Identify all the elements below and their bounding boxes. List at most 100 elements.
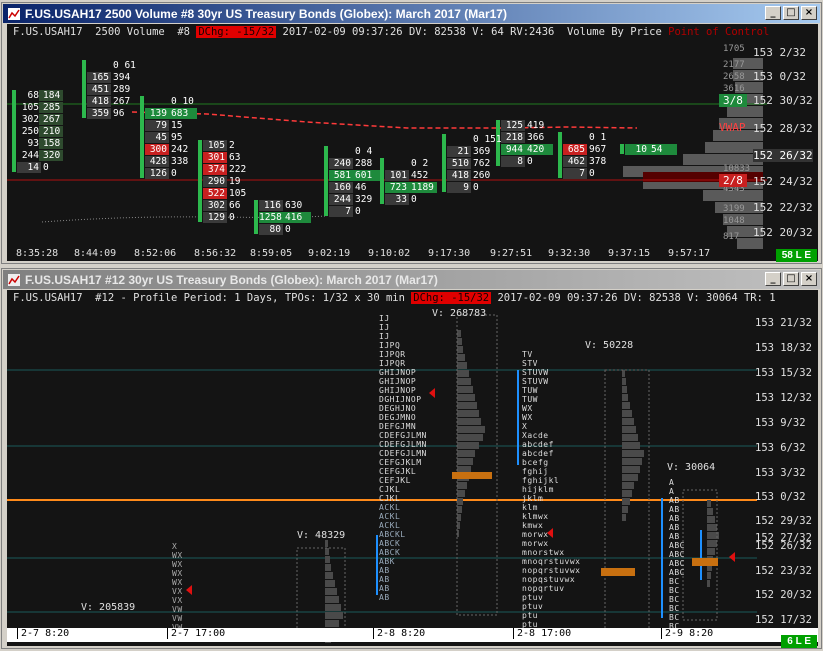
minimize-button[interactable]: _ (765, 6, 781, 20)
price-axis-label: 152 26/32 (755, 540, 812, 552)
footprint-ask-cell: 0 151 (473, 134, 502, 145)
time-axis-label: 8:35:28 (16, 248, 59, 259)
time-axis-label: 9:17:30 (428, 248, 471, 259)
footprint-ask-cell: 0 4 (355, 146, 373, 157)
footprint-ask-cell: 394 (113, 72, 131, 83)
footprint-ask-cell: 329 (355, 194, 373, 205)
date-axis-label: 2-7 17:00 (167, 628, 225, 639)
footprint-ask-cell: 0 (527, 156, 533, 167)
footprint-bid-cell: 101 (389, 170, 407, 181)
footprint-ask-cell: 54 (651, 144, 663, 155)
tpo-profile-day3: A A AB AB AB AB AB ABC ABC ABC ABC BC BC… (669, 478, 685, 631)
time-axis-label: 9:32:30 (548, 248, 591, 259)
footprint-bid-cell: 428 (149, 156, 167, 167)
window-titlebar[interactable]: F.US.USAH17 2500 Volume #8 30yr US Treas… (3, 4, 820, 23)
footprint-chart-window[interactable]: F.US.USAH17 2500 Volume #8 30yr US Treas… (1, 2, 822, 264)
price-axis-label: 153 2/32 (753, 46, 806, 59)
price-axis-label: 153 21/32 (755, 317, 812, 329)
time-axis-label: 8:56:32 (194, 248, 237, 259)
footprint-ask-cell: 0 2 (411, 158, 429, 169)
tpo-profile-day0: X WX WX WX WX VX VX VW VW VW (172, 542, 183, 632)
maximize-button[interactable]: □ (783, 272, 799, 286)
tpo-plot-area[interactable]: F.US.USAH17 #12 - Profile Period: 1 Days… (7, 290, 818, 646)
price-axis-label: 152 28/32 (753, 122, 813, 135)
close-button[interactable]: × (801, 272, 817, 286)
status-badge: 58 L E (775, 249, 817, 262)
footprint-ask-cell: 0 1 (589, 132, 607, 143)
footprint-bid-cell: 129 (207, 212, 225, 223)
footprint-bid-cell: 125 (505, 120, 523, 131)
footprint-bid-cell: 302 (207, 200, 225, 211)
footprint-bid-cell: 244 (21, 150, 39, 161)
price-axis-label: 152 17/32 (755, 614, 812, 626)
footprint-ask-cell: 15 (171, 120, 183, 131)
tpo-profile-window[interactable]: F.US.USAH17 #12 30yr US Treasury Bonds (… (1, 268, 822, 649)
footprint-bid-cell: 10 (635, 144, 647, 155)
footprint-bid-cell: 290 (207, 176, 225, 187)
footprint-bid-cell: 581 (333, 170, 351, 181)
current-price-marker: 152 26/32 (753, 149, 813, 162)
price-axis-label: 152 30/32 (753, 94, 813, 107)
footprint-ask-cell: 222 (229, 164, 247, 175)
footprint-ask-cell: 416 (285, 212, 303, 223)
window-titlebar[interactable]: F.US.USAH17 #12 30yr US Treasury Bonds (… (3, 270, 820, 289)
price-axis-label: 152 24/32 (753, 175, 813, 188)
footprint-bid-cell: 45 (155, 132, 167, 143)
footprint-bid-cell: 301 (207, 152, 225, 163)
time-axis-label: 8:59:05 (250, 248, 293, 259)
footprint-ask-cell: 96 (113, 108, 125, 119)
volume-profile-label: 10833 (723, 164, 751, 174)
footprint-ask-cell: 242 (171, 144, 189, 155)
footprint-bid-cell (447, 134, 469, 145)
footprint-bid-cell: 300 (149, 144, 167, 155)
footprint-ask-cell: 967 (589, 144, 607, 155)
volume-label: V: 30064 (667, 462, 716, 473)
footprint-ask-cell: 0 (589, 168, 595, 179)
footprint-bid-cell: 93 (27, 138, 39, 149)
footprint-bid-cell: 68 (27, 90, 39, 101)
footprint-bid-cell: 685 (567, 144, 585, 155)
price-axis-label: 153 9/32 (755, 417, 806, 429)
footprint-bid-cell: 359 (91, 108, 109, 119)
volume-label: V: 268783 (432, 308, 487, 319)
volume-label: V: 48329 (297, 530, 346, 541)
footprint-ask-cell: 267 (113, 96, 131, 107)
price-axis-label: 153 6/32 (755, 442, 806, 454)
footprint-bid-cell (385, 158, 407, 169)
price-axis-label: 152 29/32 (755, 515, 812, 527)
footprint-ask-cell: 366 (527, 132, 545, 143)
footprint-bid-cell: 1258 (259, 212, 282, 223)
footprint-ask-cell: 601 (355, 170, 373, 181)
footprint-bid-cell: 8 (517, 156, 523, 167)
badge-green: 3/8 (719, 94, 747, 107)
footprint-ask-cell: 452 (411, 170, 429, 181)
footprint-ask-cell: 683 (171, 108, 189, 119)
footprint-bid-cell: 33 (395, 194, 407, 205)
footprint-bid-cell (145, 96, 167, 107)
footprint-ask-cell: 0 (473, 182, 479, 193)
minimize-button[interactable]: _ (765, 272, 781, 286)
footprint-bid-cell: 105 (21, 102, 39, 113)
time-axis-label: 9:27:51 (490, 248, 533, 259)
badge-red: 2/8 (719, 174, 747, 187)
time-axis-label: 8:52:06 (134, 248, 177, 259)
volume-profile-label: 817 (723, 232, 740, 242)
close-button[interactable]: × (801, 6, 817, 20)
app-icon (7, 7, 21, 21)
price-axis-label: 152 22/32 (753, 201, 813, 214)
price-axis-label: 153 12/32 (755, 392, 812, 404)
volume-label: V: 205839 (81, 602, 136, 613)
footprint-bid-cell: 116 (263, 200, 281, 211)
footprint-bid-cell (329, 146, 351, 157)
footprint-bid-cell: 165 (91, 72, 109, 83)
footprint-bid-cell (87, 60, 109, 71)
footprint-bid-cell: 21 (457, 146, 469, 157)
time-axis-label: 8:44:09 (74, 248, 117, 259)
maximize-button[interactable]: □ (783, 6, 799, 20)
price-axis-label: 153 15/32 (755, 367, 812, 379)
tpo-profile-day1-low: ACKL ACKL ACKL ABCKL ABCK ABCK ABK AB AB… (379, 503, 406, 602)
footprint-plot-area[interactable]: F.US.USAH17 2500 Volume #8 DChg: -15/32 … (7, 24, 818, 261)
price-axis-label: 153 0/32 (755, 491, 806, 503)
footprint-ask-cell: 95 (171, 132, 183, 143)
footprint-bid-cell: 79 (155, 120, 167, 131)
